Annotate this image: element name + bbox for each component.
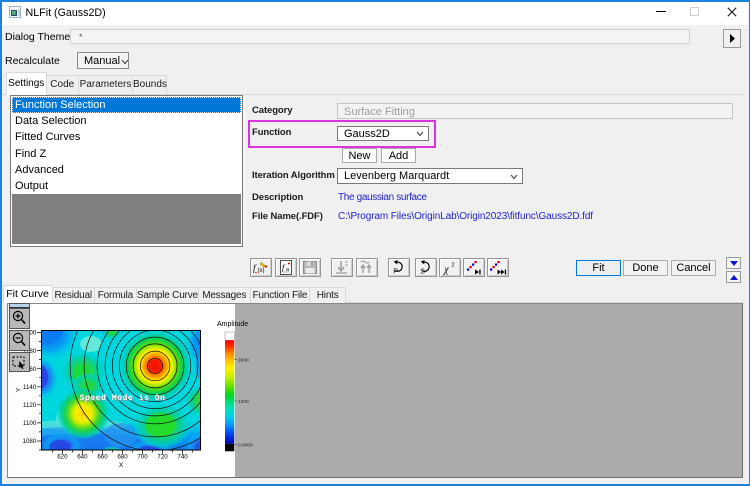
svg-text:1200: 1200 bbox=[238, 399, 249, 405]
svg-text:2400: 2400 bbox=[238, 358, 249, 364]
svg-text:1140: 1140 bbox=[23, 384, 37, 391]
svg-text:620: 620 bbox=[57, 454, 68, 461]
svg-text:1080: 1080 bbox=[23, 438, 37, 445]
svg-text:S: S bbox=[420, 269, 425, 276]
svg-text:2: 2 bbox=[451, 263, 454, 269]
svg-text:740: 740 bbox=[177, 454, 188, 461]
svg-text:640: 640 bbox=[77, 454, 88, 461]
svg-text:0.0000: 0.0000 bbox=[238, 443, 253, 449]
svg-text:720: 720 bbox=[157, 454, 168, 461]
svg-text:1120: 1120 bbox=[23, 402, 37, 409]
svg-text:680: 680 bbox=[117, 454, 128, 461]
svg-text:X: X bbox=[119, 462, 124, 469]
svg-text:700: 700 bbox=[137, 454, 148, 461]
svg-text:660: 660 bbox=[97, 454, 108, 461]
svg-text:1100: 1100 bbox=[23, 420, 37, 427]
svg-text:Amplitude: Amplitude bbox=[217, 321, 248, 328]
svg-text:P: P bbox=[393, 269, 398, 276]
svg-text:Y: Y bbox=[16, 387, 23, 392]
svg-text:χ: χ bbox=[443, 265, 449, 276]
svg-text:Speed Mode is On: Speed Mode is On bbox=[80, 393, 166, 403]
svg-text:(x): (x) bbox=[258, 268, 265, 274]
svg-text:f: f bbox=[253, 263, 257, 273]
